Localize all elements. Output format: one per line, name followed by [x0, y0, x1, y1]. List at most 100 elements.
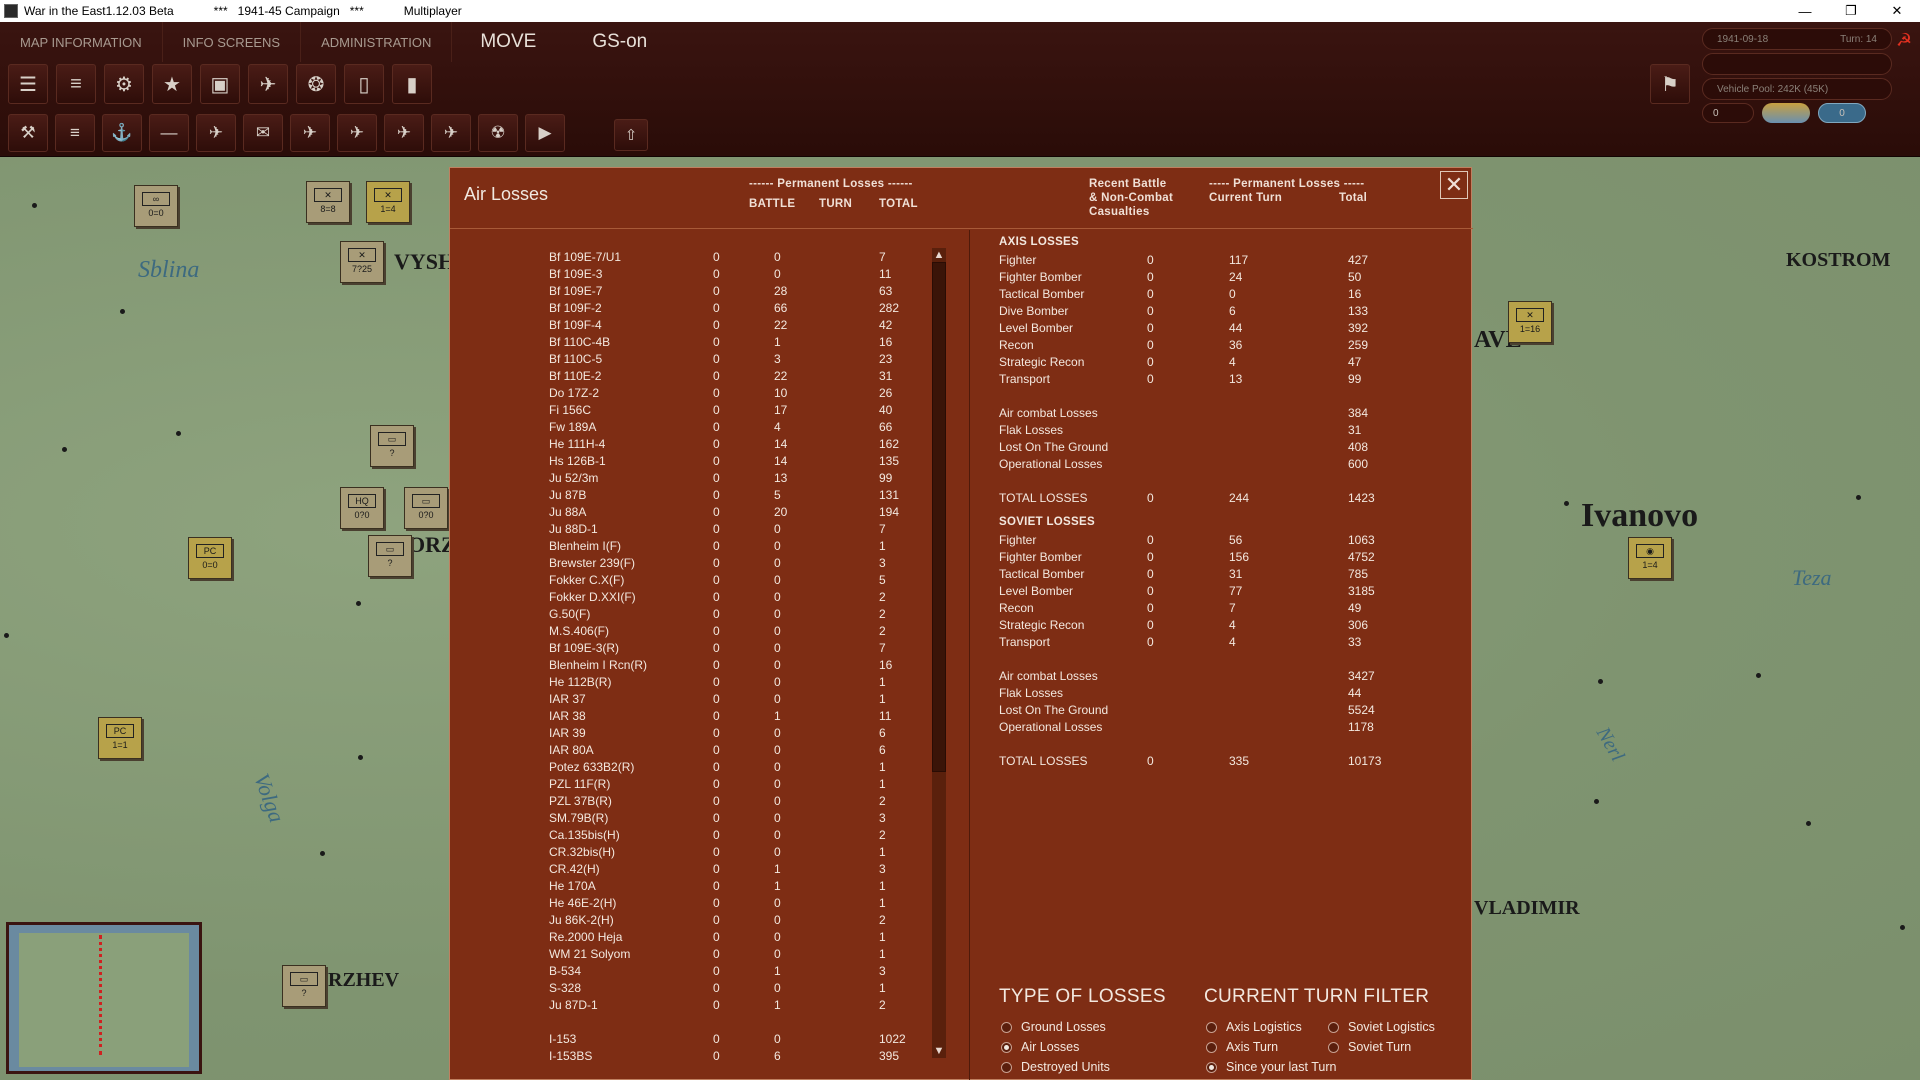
fuel-icon[interactable]: ▮	[392, 64, 432, 104]
f1-icon[interactable]: ⚒	[8, 114, 48, 152]
star-icon[interactable]: ★	[152, 64, 192, 104]
turn-counter: Turn: 14	[1840, 33, 1877, 45]
game-date: 1941-09-18	[1717, 33, 1769, 45]
cell-label: Flak Losses	[999, 686, 1064, 700]
unit-counter[interactable]: ✕ 8=8	[306, 181, 350, 223]
weather-icon[interactable]	[1762, 103, 1810, 123]
f2-icon[interactable]: ≡	[55, 114, 95, 152]
units-icon[interactable]: ≡	[56, 64, 96, 104]
pc-icon: PC	[196, 544, 224, 558]
radio-filter-1[interactable]: Soviet Logistics	[1328, 1020, 1435, 1034]
air-icon[interactable]: ✈	[248, 64, 288, 104]
menu-info-screens[interactable]: INFO SCREENS	[163, 22, 302, 62]
town-dot	[1900, 925, 1905, 930]
radio-circle-icon[interactable]	[1001, 1061, 1012, 1073]
col-total: TOTAL	[879, 198, 918, 210]
layers-icon[interactable]: ☰	[8, 64, 48, 104]
f10-icon[interactable]: ✈	[431, 114, 471, 152]
f9-icon[interactable]: ✈	[384, 114, 424, 152]
f4-icon[interactable]: —	[149, 114, 189, 152]
town-dot	[4, 633, 9, 638]
cell-tot: 33	[1348, 635, 1362, 649]
scroll-down-icon[interactable]: ▼	[932, 1044, 946, 1058]
cell-tot: 1178	[1348, 720, 1374, 734]
unit-counter[interactable]: PC 0=0	[188, 537, 232, 579]
radio-circle-icon[interactable]	[1206, 1021, 1217, 1033]
rail-icon[interactable]: ▯	[344, 64, 384, 104]
unit-counter[interactable]: ◉ 1=4	[1628, 537, 1672, 579]
radio-type-0[interactable]: Ground Losses	[1001, 1020, 1106, 1034]
radio-type-2[interactable]: Destroyed Units	[1001, 1060, 1110, 1074]
upload-icon[interactable]: ⇧	[614, 119, 648, 151]
radio-label: Air Losses	[1021, 1040, 1080, 1054]
unit-counter[interactable]: ▭?	[282, 965, 326, 1007]
radio-circle-icon[interactable]	[1328, 1041, 1339, 1053]
radio-filter-2[interactable]: Axis Turn	[1206, 1040, 1278, 1054]
radio-filter-3[interactable]: Soviet Turn	[1328, 1040, 1411, 1054]
gear-icon[interactable]: ⚙	[104, 64, 144, 104]
unit-counter[interactable]: HQ 0?0	[340, 487, 384, 529]
city-label: KOSTROM	[1786, 249, 1891, 271]
recent-header-line3: Casualties	[1089, 206, 1150, 218]
restore-icon[interactable]: ❐	[1828, 0, 1874, 22]
supply-icon[interactable]: ❂	[296, 64, 336, 104]
cell-total: 1	[879, 845, 886, 859]
radio-circle-icon[interactable]	[1328, 1021, 1339, 1033]
river-label: Teza	[1792, 565, 1832, 590]
cell-cur: 4	[1229, 618, 1236, 632]
counter-b[interactable]: 0	[1818, 103, 1866, 123]
phase-move-button[interactable]: MOVE	[452, 22, 564, 62]
cell-total: 1	[879, 879, 886, 893]
f3-icon[interactable]: ⚓	[102, 114, 142, 152]
radio-filter-0[interactable]: Axis Logistics	[1206, 1020, 1302, 1034]
f5-icon[interactable]: ✈	[196, 114, 236, 152]
flag-icon[interactable]: ⚑	[1650, 64, 1690, 104]
radio-filter-4[interactable]: Since your last Turn	[1206, 1060, 1336, 1074]
aircraft-type-row: Dive Bomber 0 6 133	[450, 304, 1450, 321]
radio-circle-icon[interactable]	[1206, 1041, 1217, 1053]
unit-counter[interactable]: ✕ 1=16	[1508, 301, 1552, 343]
cell-battle: 0	[713, 777, 720, 791]
cell-cur: 156	[1229, 550, 1250, 564]
f6-icon[interactable]: ✉	[243, 114, 283, 152]
unit-counter[interactable]: ▭?	[370, 425, 414, 467]
unit-counter[interactable]: PC 1=1	[98, 717, 142, 759]
loss-cause-row: Lost On The Ground 408	[450, 440, 1450, 457]
cell-name: WM 21 Solyom	[549, 947, 631, 961]
gs-toggle-button[interactable]: GS-on	[564, 22, 675, 62]
cell-turn: 1	[774, 862, 781, 876]
radio-circle-icon[interactable]	[1001, 1041, 1012, 1053]
hq-icon[interactable]: ▣	[200, 64, 240, 104]
cell-recent: 0	[1147, 372, 1154, 386]
town-dot	[32, 203, 37, 208]
cell-total: 3	[879, 862, 886, 876]
cell-total: 2	[879, 794, 886, 808]
unit-counter[interactable]: ✕ 7?25	[340, 241, 384, 283]
f12-icon[interactable]: ▶	[525, 114, 565, 152]
unit-counter[interactable]: ▭ 0?0	[404, 487, 448, 529]
cell-name: SM.79B(R)	[549, 811, 609, 825]
minimize-icon[interactable]: —	[1782, 0, 1828, 22]
radio-circle-icon[interactable]	[1001, 1021, 1012, 1033]
menu-administration[interactable]: ADMINISTRATION	[301, 22, 453, 62]
unit-counter[interactable]: ✕ 1=4	[366, 181, 410, 223]
close-icon[interactable]: ✕	[1440, 171, 1468, 199]
total-losses-row: TOTAL LOSSES 0 335 10173	[450, 754, 1450, 771]
cell-name: Re.2000 Heja	[549, 930, 623, 944]
cell-turn: 1	[774, 879, 781, 893]
f11-icon[interactable]: ☢	[478, 114, 518, 152]
radio-type-1[interactable]: Air Losses	[1001, 1040, 1079, 1054]
cell-total: 1	[879, 947, 886, 961]
f7-icon[interactable]: ✈	[290, 114, 330, 152]
unit-counter[interactable]: ∞ 0=0	[134, 185, 178, 227]
cell-tot: 16	[1348, 287, 1362, 301]
aircraft-row: CR.32bis(H) 0 0 1	[450, 845, 930, 862]
radio-label: Destroyed Units	[1021, 1060, 1110, 1074]
unit-counter[interactable]: ▭?	[368, 535, 412, 577]
radio-circle-icon[interactable]	[1206, 1061, 1217, 1073]
close-window-icon[interactable]: ✕	[1874, 0, 1920, 22]
menu-map-information[interactable]: MAP INFORMATION	[0, 22, 163, 62]
f8-icon[interactable]: ✈	[337, 114, 377, 152]
minimap[interactable]	[6, 922, 202, 1074]
cell-tot: 50	[1348, 270, 1362, 284]
